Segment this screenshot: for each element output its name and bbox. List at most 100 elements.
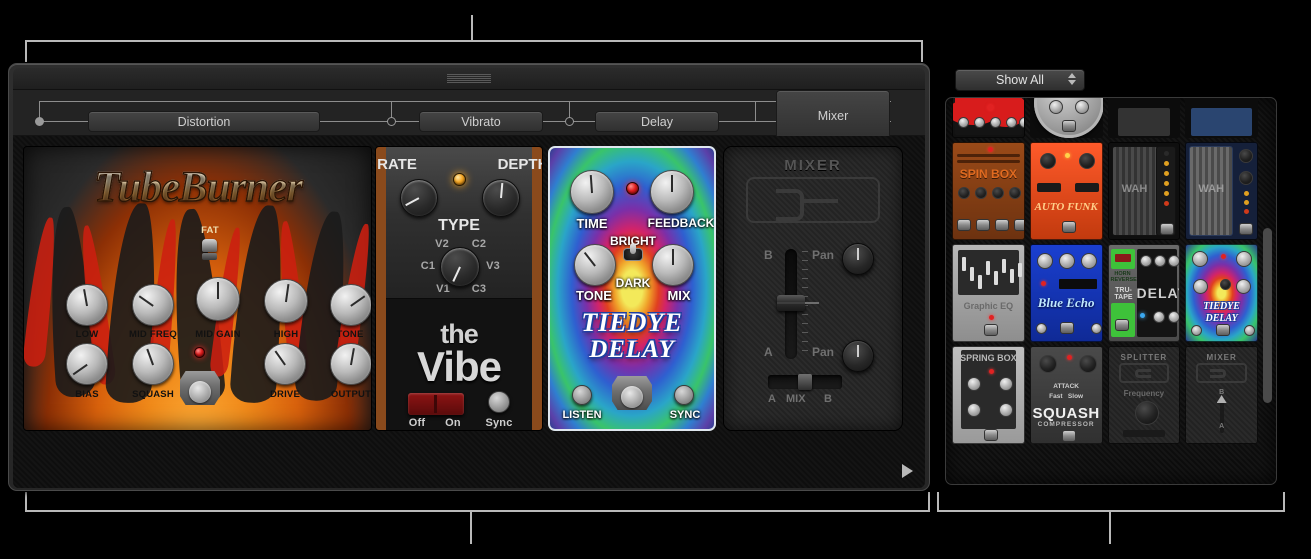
mixer-cell-b: B xyxy=(1219,389,1225,396)
knob-squash[interactable] xyxy=(132,343,174,385)
distortion-footswitch[interactable] xyxy=(180,371,220,405)
distortion-led xyxy=(194,347,205,358)
browser-pedal-roswell-ringer[interactable] xyxy=(1029,98,1103,138)
squash-label-2: COMPRESSOR xyxy=(1037,421,1095,428)
pedal-grid: Total Tremolo xyxy=(952,98,1258,444)
switch-off-label: Off xyxy=(408,417,426,429)
knob-pan-a[interactable] xyxy=(842,340,874,372)
browser-pedal-auto-funk[interactable]: AUTO FUNK xyxy=(1029,142,1103,240)
knob-tone-label: TONE xyxy=(336,329,364,340)
pedalboard-titlebar[interactable] xyxy=(13,68,925,90)
knob-time[interactable] xyxy=(570,170,614,214)
pedal-distortion-tubeburner[interactable]: TubeBurner FAT LOW MID FREQ MID GAIN HIG… xyxy=(23,146,372,431)
slot-button-delay[interactable]: Delay xyxy=(595,111,719,132)
callout-bracket-pedalboard xyxy=(25,40,923,62)
routing-node-input[interactable] xyxy=(35,117,44,126)
browser-pedal-list[interactable]: Total Tremolo xyxy=(945,97,1277,485)
vibrato-sync-label: Sync xyxy=(485,417,513,429)
mixer-ab-thumb[interactable] xyxy=(798,374,812,390)
fast-slow-label: Fast Slow xyxy=(1049,393,1084,400)
spring-box-label: SPRING BOX xyxy=(960,353,1017,363)
browser-pedal-blue-flange[interactable] xyxy=(1185,98,1258,138)
drag-handle-icon[interactable] xyxy=(447,74,491,83)
graphic-eq-label: Graphic EQ xyxy=(963,301,1014,311)
pedal-vibrato-the-vibe[interactable]: RATE DEPTH TYPE V2 C2 C1 V3 V1 C3 the Vi… xyxy=(375,146,543,431)
delay-listen-button[interactable] xyxy=(572,385,592,405)
callout-stem-bottom-right xyxy=(1109,511,1111,544)
mixer-crossfader-thumb[interactable] xyxy=(777,295,819,311)
browser-pedal-mixer[interactable]: MIXER B A xyxy=(1185,346,1258,444)
knob-depth[interactable] xyxy=(482,179,520,217)
browser-pedal-splitter[interactable]: SPLITTER Frequency xyxy=(1107,346,1181,444)
mixer-icon xyxy=(746,177,880,223)
slot-button-distortion[interactable]: Distortion xyxy=(88,111,320,132)
knob-low[interactable] xyxy=(66,284,108,326)
classic-wah-label: WAH xyxy=(1121,183,1148,195)
knob-feedback[interactable] xyxy=(650,170,694,214)
pan-label-bottom: Pan xyxy=(812,345,835,359)
frequency-label: Frequency xyxy=(1123,389,1165,398)
knob-bias-label: BIAS xyxy=(75,389,99,400)
knob-mid-freq-label: MID FREQ xyxy=(128,329,178,340)
knob-mix[interactable] xyxy=(652,244,694,286)
routing-top-rail xyxy=(39,101,891,102)
vibrato-sync-button[interactable] xyxy=(488,391,510,413)
knob-bias[interactable] xyxy=(66,343,108,385)
bright-dark-toggle[interactable] xyxy=(623,243,643,270)
browser-pedal-tiedye-delay[interactable]: TIEDYE DELAY xyxy=(1185,244,1258,342)
routing-row: Distortion Vibrato Delay Mixer xyxy=(13,90,925,141)
browser-pedal-total-tremolo[interactable]: Total Tremolo xyxy=(952,98,1025,138)
browser-pedal-blue-echo[interactable]: Blue Echo xyxy=(1029,244,1103,342)
browser-pedal-tru-tape-delay[interactable]: HORN REVERSE TRU-TAPE DELAY xyxy=(1107,244,1181,342)
slot-button-vibrato[interactable]: Vibrato xyxy=(419,111,543,132)
vibrato-led xyxy=(453,173,466,186)
delay-sync-label: SYNC xyxy=(669,409,701,421)
mixer-bottom-a: A xyxy=(768,393,776,405)
auto-funk-label: AUTO FUNK xyxy=(1034,201,1098,213)
knob-mid-freq[interactable] xyxy=(132,284,174,326)
knob-high[interactable] xyxy=(264,279,308,323)
knob-rate[interactable] xyxy=(400,179,438,217)
knob-mid-gain[interactable] xyxy=(196,277,240,321)
browser-pedal-modern-wah[interactable]: WAH xyxy=(1185,142,1258,240)
show-all-label: Show All xyxy=(996,73,1044,87)
browser-pedal-spring-box[interactable]: SPRING BOX xyxy=(952,346,1025,444)
knob-high-label: HIGH xyxy=(273,329,299,340)
modern-wah-label: WAH xyxy=(1198,183,1225,195)
vibrato-onoff-switch[interactable] xyxy=(408,393,464,415)
feedback-label: FEEDBACK xyxy=(647,216,715,230)
routing-node-2[interactable] xyxy=(387,117,396,126)
browser-pedal-spin-box[interactable]: SPIN BOX xyxy=(952,142,1025,240)
delay-footswitch[interactable] xyxy=(612,376,652,410)
fat-switch[interactable] xyxy=(202,239,217,261)
mixer-title: MIXER xyxy=(784,157,842,174)
stepper-arrows-icon[interactable] xyxy=(1068,73,1076,85)
squash-label-1: SQUASH xyxy=(1032,405,1100,422)
knob-tone[interactable] xyxy=(330,284,371,326)
mixer-browser-label: MIXER xyxy=(1206,353,1237,362)
delay-sync-button[interactable] xyxy=(674,385,694,405)
slot-button-mixer[interactable]: Mixer xyxy=(776,90,890,141)
show-all-popup-button[interactable]: Show All xyxy=(955,69,1085,91)
knob-squash-label: SQUASH xyxy=(132,389,174,400)
knob-pan-b[interactable] xyxy=(842,243,874,275)
pan-label-top: Pan xyxy=(812,248,835,262)
browser-pedal-classic-wah[interactable]: WAH xyxy=(1107,142,1181,240)
knob-output[interactable] xyxy=(330,343,371,385)
pedal-browser: Show All Total Tremolo xyxy=(937,63,1285,491)
browser-scrollbar-thumb[interactable] xyxy=(1263,228,1272,403)
knob-drive[interactable] xyxy=(264,343,306,385)
pedal-delay-tiedye[interactable]: TIME FEEDBACK BRIGHT TONE DARK MIX TIEDY… xyxy=(548,146,716,431)
routing-node-3[interactable] xyxy=(565,117,574,126)
vibe-logo-vibe: Vibe xyxy=(417,343,502,390)
panel-mixer[interactable]: MIXER B A Pan Pan A MIX B xyxy=(723,146,903,431)
browser-pedal-squash-compressor[interactable]: ATTACK Fast Slow SQUASH COMPRESSOR xyxy=(1029,346,1103,444)
delay-led xyxy=(626,182,639,195)
routing-drop-4 xyxy=(755,101,756,122)
blue-echo-label-1: Blue Echo xyxy=(1037,295,1095,310)
tru-tape-delay-label: DELAY xyxy=(1136,285,1180,301)
knob-type[interactable] xyxy=(440,247,480,287)
browser-pedal-robo-flanger[interactable] xyxy=(1107,98,1181,138)
expand-arrow-icon[interactable] xyxy=(902,464,913,478)
browser-pedal-graphic-eq[interactable]: Graphic EQ xyxy=(952,244,1025,342)
